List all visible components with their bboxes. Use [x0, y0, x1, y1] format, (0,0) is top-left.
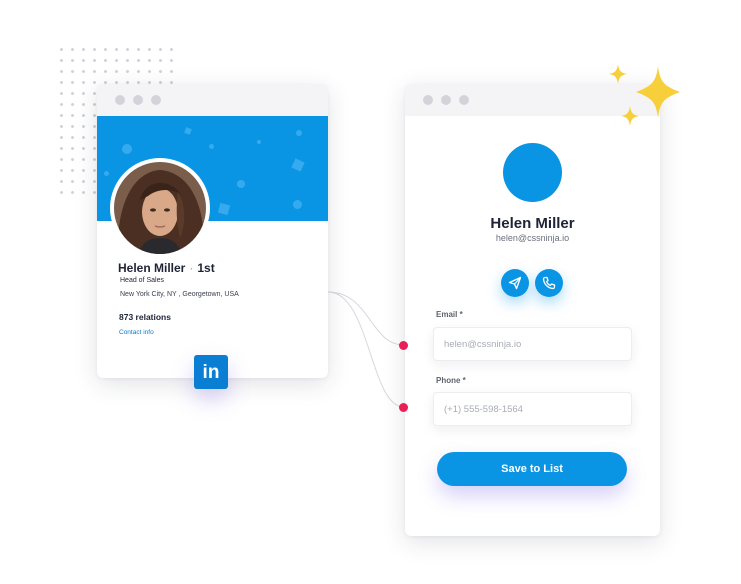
window-dot	[115, 95, 125, 105]
call-button[interactable]	[535, 269, 563, 297]
connector-pin	[399, 341, 408, 350]
contact-info-link[interactable]: Contact info	[119, 329, 154, 336]
window-dot	[423, 95, 433, 105]
phone-label: Phone *	[436, 376, 466, 385]
window-titlebar	[97, 84, 328, 116]
profile-name-line: Helen Miller · 1st	[118, 261, 215, 275]
email-field[interactable]	[433, 327, 632, 361]
name-separator: ·	[189, 261, 194, 275]
window-dot	[151, 95, 161, 105]
connection-degree: 1st	[197, 261, 215, 275]
profile-photo	[114, 162, 206, 254]
linkedin-icon: in	[194, 355, 228, 389]
phone-icon	[542, 276, 556, 290]
window-dot	[441, 95, 451, 105]
send-message-button[interactable]	[501, 269, 529, 297]
contact-name: Helen Miller	[490, 215, 575, 232]
sparkle-icon	[609, 64, 680, 126]
window-dot	[459, 95, 469, 105]
profile-job-title: Head of Sales	[120, 277, 164, 284]
contact-card-window: Helen Miller helen@cssninja.io Email * P…	[405, 84, 660, 536]
window-dot	[133, 95, 143, 105]
contact-email: helen@cssninja.io	[495, 233, 570, 243]
save-to-list-button[interactable]: Save to List	[437, 452, 627, 486]
profile-name: Helen Miller	[118, 261, 186, 275]
send-icon	[508, 276, 522, 290]
linkedin-profile-window: Helen Miller · 1st Head of Sales New York …	[97, 84, 328, 378]
profile-location: New York City, NY , Georgetown, USA	[120, 291, 239, 298]
profile-avatar[interactable]	[110, 158, 210, 258]
connector-pin	[399, 403, 408, 412]
contact-avatar	[503, 143, 562, 202]
profile-relations: 873 relations	[119, 312, 171, 322]
phone-field[interactable]	[433, 392, 632, 426]
email-label: Email *	[436, 310, 463, 319]
